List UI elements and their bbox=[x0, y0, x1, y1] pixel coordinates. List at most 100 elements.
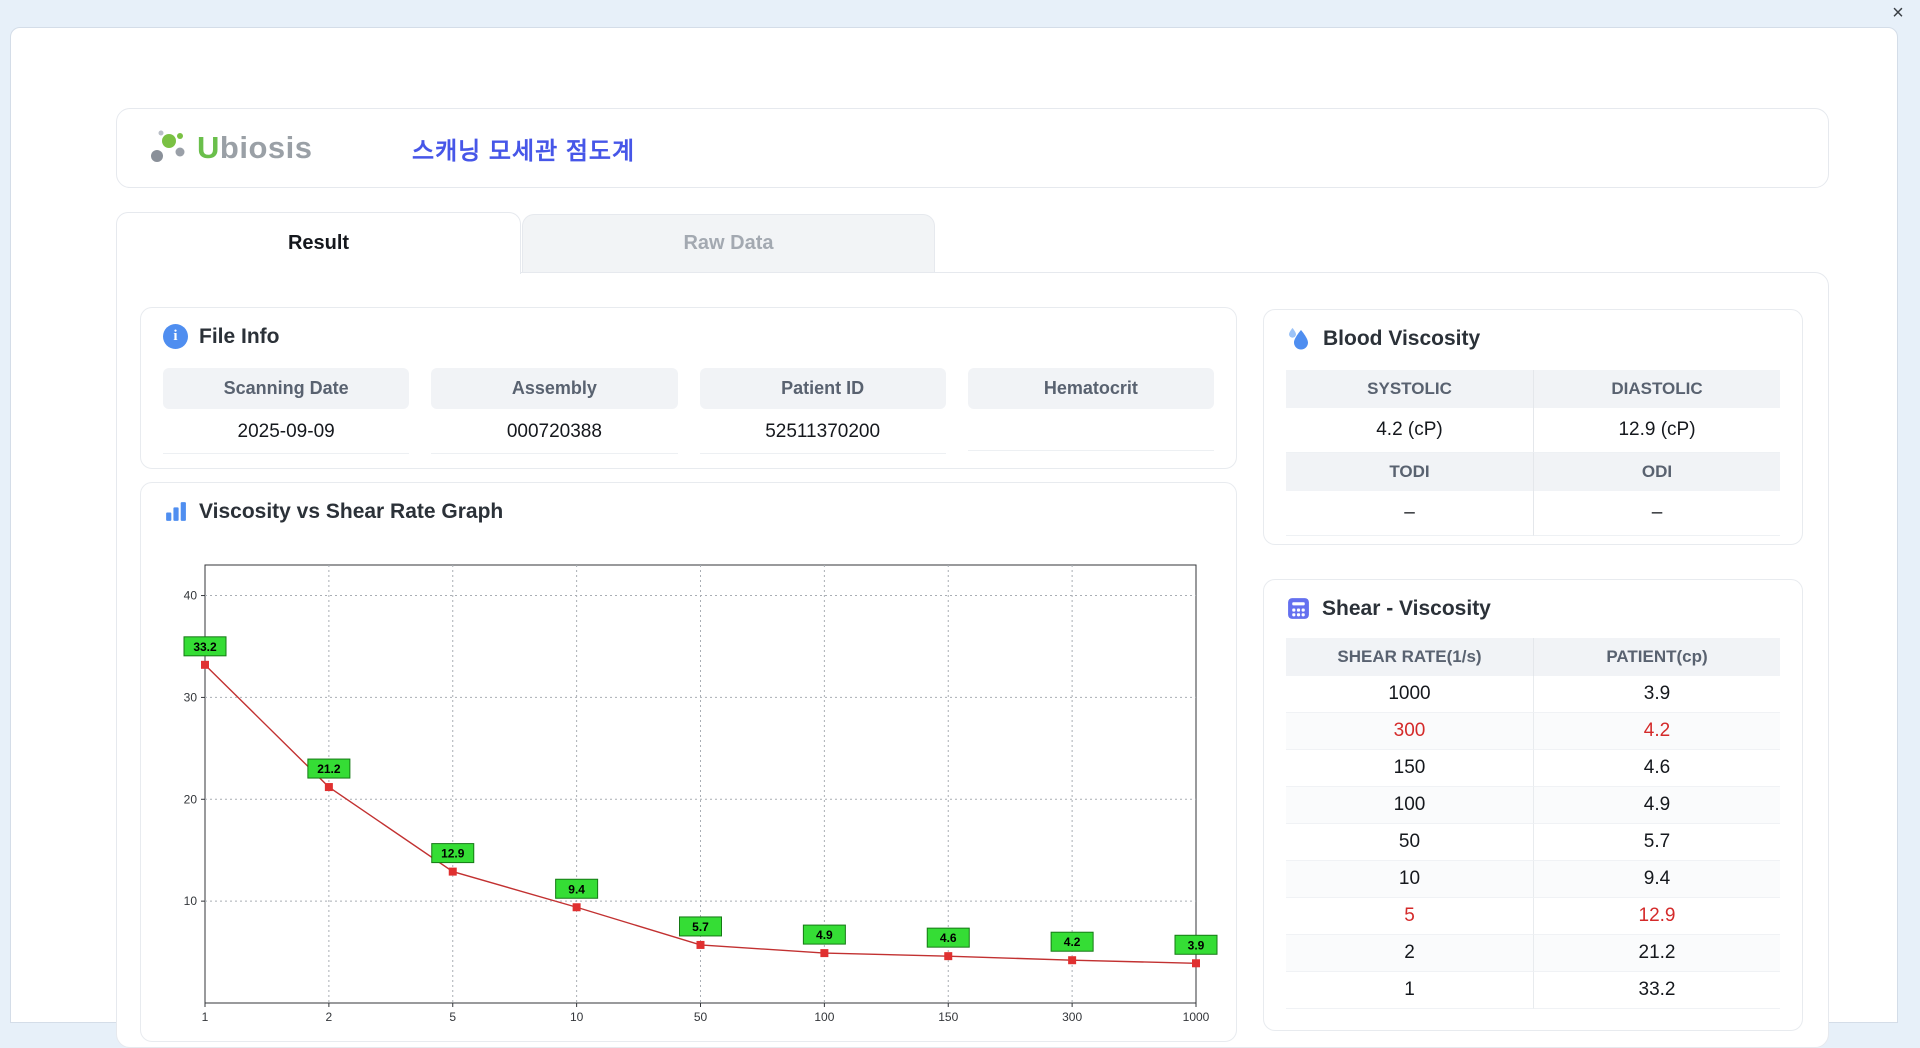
field-label: Scanning Date bbox=[163, 368, 410, 409]
shear-viscosity-title: Shear - Viscosity bbox=[1264, 580, 1802, 629]
svg-text:50: 50 bbox=[694, 1010, 708, 1024]
field-value: 52511370200 bbox=[699, 409, 946, 454]
shear-rate-cell: 1000 bbox=[1286, 676, 1533, 713]
tab-result[interactable]: Result bbox=[116, 212, 521, 274]
field-value bbox=[967, 409, 1214, 451]
blood-viscosity-card: Blood Viscosity SYSTOLIC DIASTOLIC 4.2 (cP… bbox=[1263, 309, 1803, 545]
header-cell-todi: TODI bbox=[1286, 453, 1533, 491]
svg-text:4.2: 4.2 bbox=[1064, 935, 1081, 949]
patient-cell: 21.2 bbox=[1533, 935, 1780, 972]
shear-rate-cell: 1 bbox=[1286, 972, 1533, 1009]
svg-text:21.2: 21.2 bbox=[317, 762, 341, 776]
file-info-field-scanning-date: Scanning Date 2025-09-09 bbox=[163, 368, 410, 454]
value-cell: – bbox=[1533, 491, 1780, 536]
logo-dots-icon bbox=[151, 130, 185, 162]
value-cell: 4.2 (cP) bbox=[1286, 408, 1533, 453]
svg-text:40: 40 bbox=[184, 589, 198, 603]
table-row: 150 4.6 bbox=[1286, 750, 1780, 787]
page-title: 스캐닝 모세관 점도계 bbox=[412, 137, 636, 165]
svg-text:5.7: 5.7 bbox=[692, 920, 709, 934]
table-row: 50 5.7 bbox=[1286, 824, 1780, 861]
droplet-icon bbox=[1286, 326, 1312, 352]
field-value: 2025-09-09 bbox=[163, 409, 410, 454]
calculator-icon bbox=[1286, 596, 1311, 621]
file-info-field-hematocrit: Hematocrit bbox=[967, 368, 1214, 454]
bar-chart-icon bbox=[163, 499, 188, 524]
svg-text:33.2: 33.2 bbox=[193, 640, 217, 654]
close-icon[interactable]: × bbox=[1886, 2, 1910, 24]
field-label: Patient ID bbox=[699, 368, 946, 409]
shear-rate-cell: 300 bbox=[1286, 713, 1533, 750]
shear-rate-cell: 5 bbox=[1286, 898, 1533, 935]
table-row: 1 33.2 bbox=[1286, 972, 1780, 1009]
file-info-title-text: File Info bbox=[199, 324, 280, 348]
logo-text: Ubiosis bbox=[197, 130, 313, 165]
table-row: 10 9.4 bbox=[1286, 861, 1780, 898]
patient-cell: 4.9 bbox=[1533, 787, 1780, 824]
file-info-field-patient-id: Patient ID 52511370200 bbox=[699, 368, 946, 454]
field-label: Hematocrit bbox=[967, 368, 1214, 409]
shear-viscosity-card: Shear - Viscosity SHEAR RATE(1/s) PATIEN… bbox=[1263, 579, 1803, 1031]
file-info-fields: Scanning Date 2025-09-09 Assembly 000720388… bbox=[163, 368, 1214, 454]
blood-viscosity-header-row: SYSTOLIC DIASTOLIC bbox=[1286, 370, 1780, 408]
svg-text:2: 2 bbox=[326, 1010, 333, 1024]
shear-viscosity-table: SHEAR RATE(1/s) PATIENT(cp) 1000 3.9 300 4.… bbox=[1286, 638, 1780, 1009]
shear-rate-cell: 100 bbox=[1286, 787, 1533, 824]
shear-viscosity-title-text: Shear - Viscosity bbox=[1322, 596, 1491, 620]
svg-text:150: 150 bbox=[938, 1010, 958, 1024]
patient-cell: 33.2 bbox=[1533, 972, 1780, 1009]
table-row: 300 4.2 bbox=[1286, 713, 1780, 750]
patient-cell: 5.7 bbox=[1533, 824, 1780, 861]
viscosity-chart: 10 20 30 40 1 2 5 10 50 100 150 300 1000 33.2 21.2 12.9… bbox=[183, 564, 1218, 1024]
value-cell: 12.9 (cP) bbox=[1533, 408, 1780, 453]
patient-cell: 12.9 bbox=[1533, 898, 1780, 935]
field-value: 000720388 bbox=[431, 409, 678, 454]
blood-viscosity-table: SYSTOLIC DIASTOLIC 4.2 (cP) 12.9 (cP) TODI OD… bbox=[1286, 370, 1780, 536]
shear-viscosity-table-body: 1000 3.9 300 4.2 150 4.6 100 4.9 50 5.7 10 9.4 5 12.9… bbox=[1286, 676, 1780, 1009]
blood-viscosity-value-row: – – bbox=[1286, 491, 1780, 536]
file-info-card: i File Info Scanning Date 2025-09-09 Assem… bbox=[140, 307, 1237, 469]
column-header-patient: PATIENT(cp) bbox=[1533, 638, 1780, 676]
shear-viscosity-table-header: SHEAR RATE(1/s) PATIENT(cp) bbox=[1286, 638, 1780, 676]
patient-cell: 3.9 bbox=[1533, 676, 1780, 713]
graph-card: Viscosity vs Shear Rate Graph 10 20 30 40 1 2… bbox=[140, 482, 1237, 1042]
svg-text:10: 10 bbox=[184, 894, 198, 908]
svg-text:9.4: 9.4 bbox=[568, 882, 585, 896]
graph-title-text: Viscosity vs Shear Rate Graph bbox=[199, 499, 504, 523]
shear-rate-cell: 150 bbox=[1286, 750, 1533, 787]
svg-text:300: 300 bbox=[1062, 1010, 1082, 1024]
shear-rate-cell: 10 bbox=[1286, 861, 1533, 898]
app-window: Ubiosis 스캐닝 모세관 점도계 Result Raw Data i Fi… bbox=[10, 27, 1898, 1048]
window-titlebar: × bbox=[0, 0, 1920, 27]
tab-raw-data[interactable]: Raw Data bbox=[522, 214, 935, 272]
svg-text:20: 20 bbox=[184, 792, 198, 806]
main-panel: i File Info Scanning Date 2025-09-09 Assem… bbox=[116, 272, 1829, 1048]
shear-rate-cell: 2 bbox=[1286, 935, 1533, 972]
table-row: 5 12.9 bbox=[1286, 898, 1780, 935]
header-cell-diastolic: DIASTOLIC bbox=[1533, 370, 1780, 408]
svg-text:10: 10 bbox=[570, 1010, 584, 1024]
patient-cell: 4.2 bbox=[1533, 713, 1780, 750]
header-cell-odi: ODI bbox=[1533, 453, 1780, 491]
field-label: Assembly bbox=[431, 368, 678, 409]
file-info-title: i File Info bbox=[141, 308, 1236, 357]
column-header-shear-rate: SHEAR RATE(1/s) bbox=[1286, 638, 1533, 676]
patient-cell: 4.6 bbox=[1533, 750, 1780, 787]
table-row: 100 4.9 bbox=[1286, 787, 1780, 824]
info-icon: i bbox=[163, 324, 188, 349]
svg-text:12.9: 12.9 bbox=[441, 847, 465, 861]
blood-viscosity-value-row: 4.2 (cP) 12.9 (cP) bbox=[1286, 408, 1780, 453]
svg-text:1000: 1000 bbox=[1183, 1010, 1210, 1024]
graph-title: Viscosity vs Shear Rate Graph bbox=[141, 483, 1236, 532]
patient-cell: 9.4 bbox=[1533, 861, 1780, 898]
svg-text:4.6: 4.6 bbox=[940, 931, 957, 945]
header-card: Ubiosis 스캐닝 모세관 점도계 bbox=[116, 108, 1829, 188]
blood-viscosity-title-text: Blood Viscosity bbox=[1323, 327, 1481, 350]
svg-text:1: 1 bbox=[202, 1010, 209, 1024]
svg-text:4.9: 4.9 bbox=[816, 928, 833, 942]
file-info-field-assembly: Assembly 000720388 bbox=[431, 368, 678, 454]
svg-text:100: 100 bbox=[814, 1010, 834, 1024]
blood-viscosity-header-row: TODI ODI bbox=[1286, 453, 1780, 491]
ubiosis-logo: Ubiosis bbox=[147, 127, 382, 169]
svg-text:3.9: 3.9 bbox=[1188, 938, 1205, 952]
